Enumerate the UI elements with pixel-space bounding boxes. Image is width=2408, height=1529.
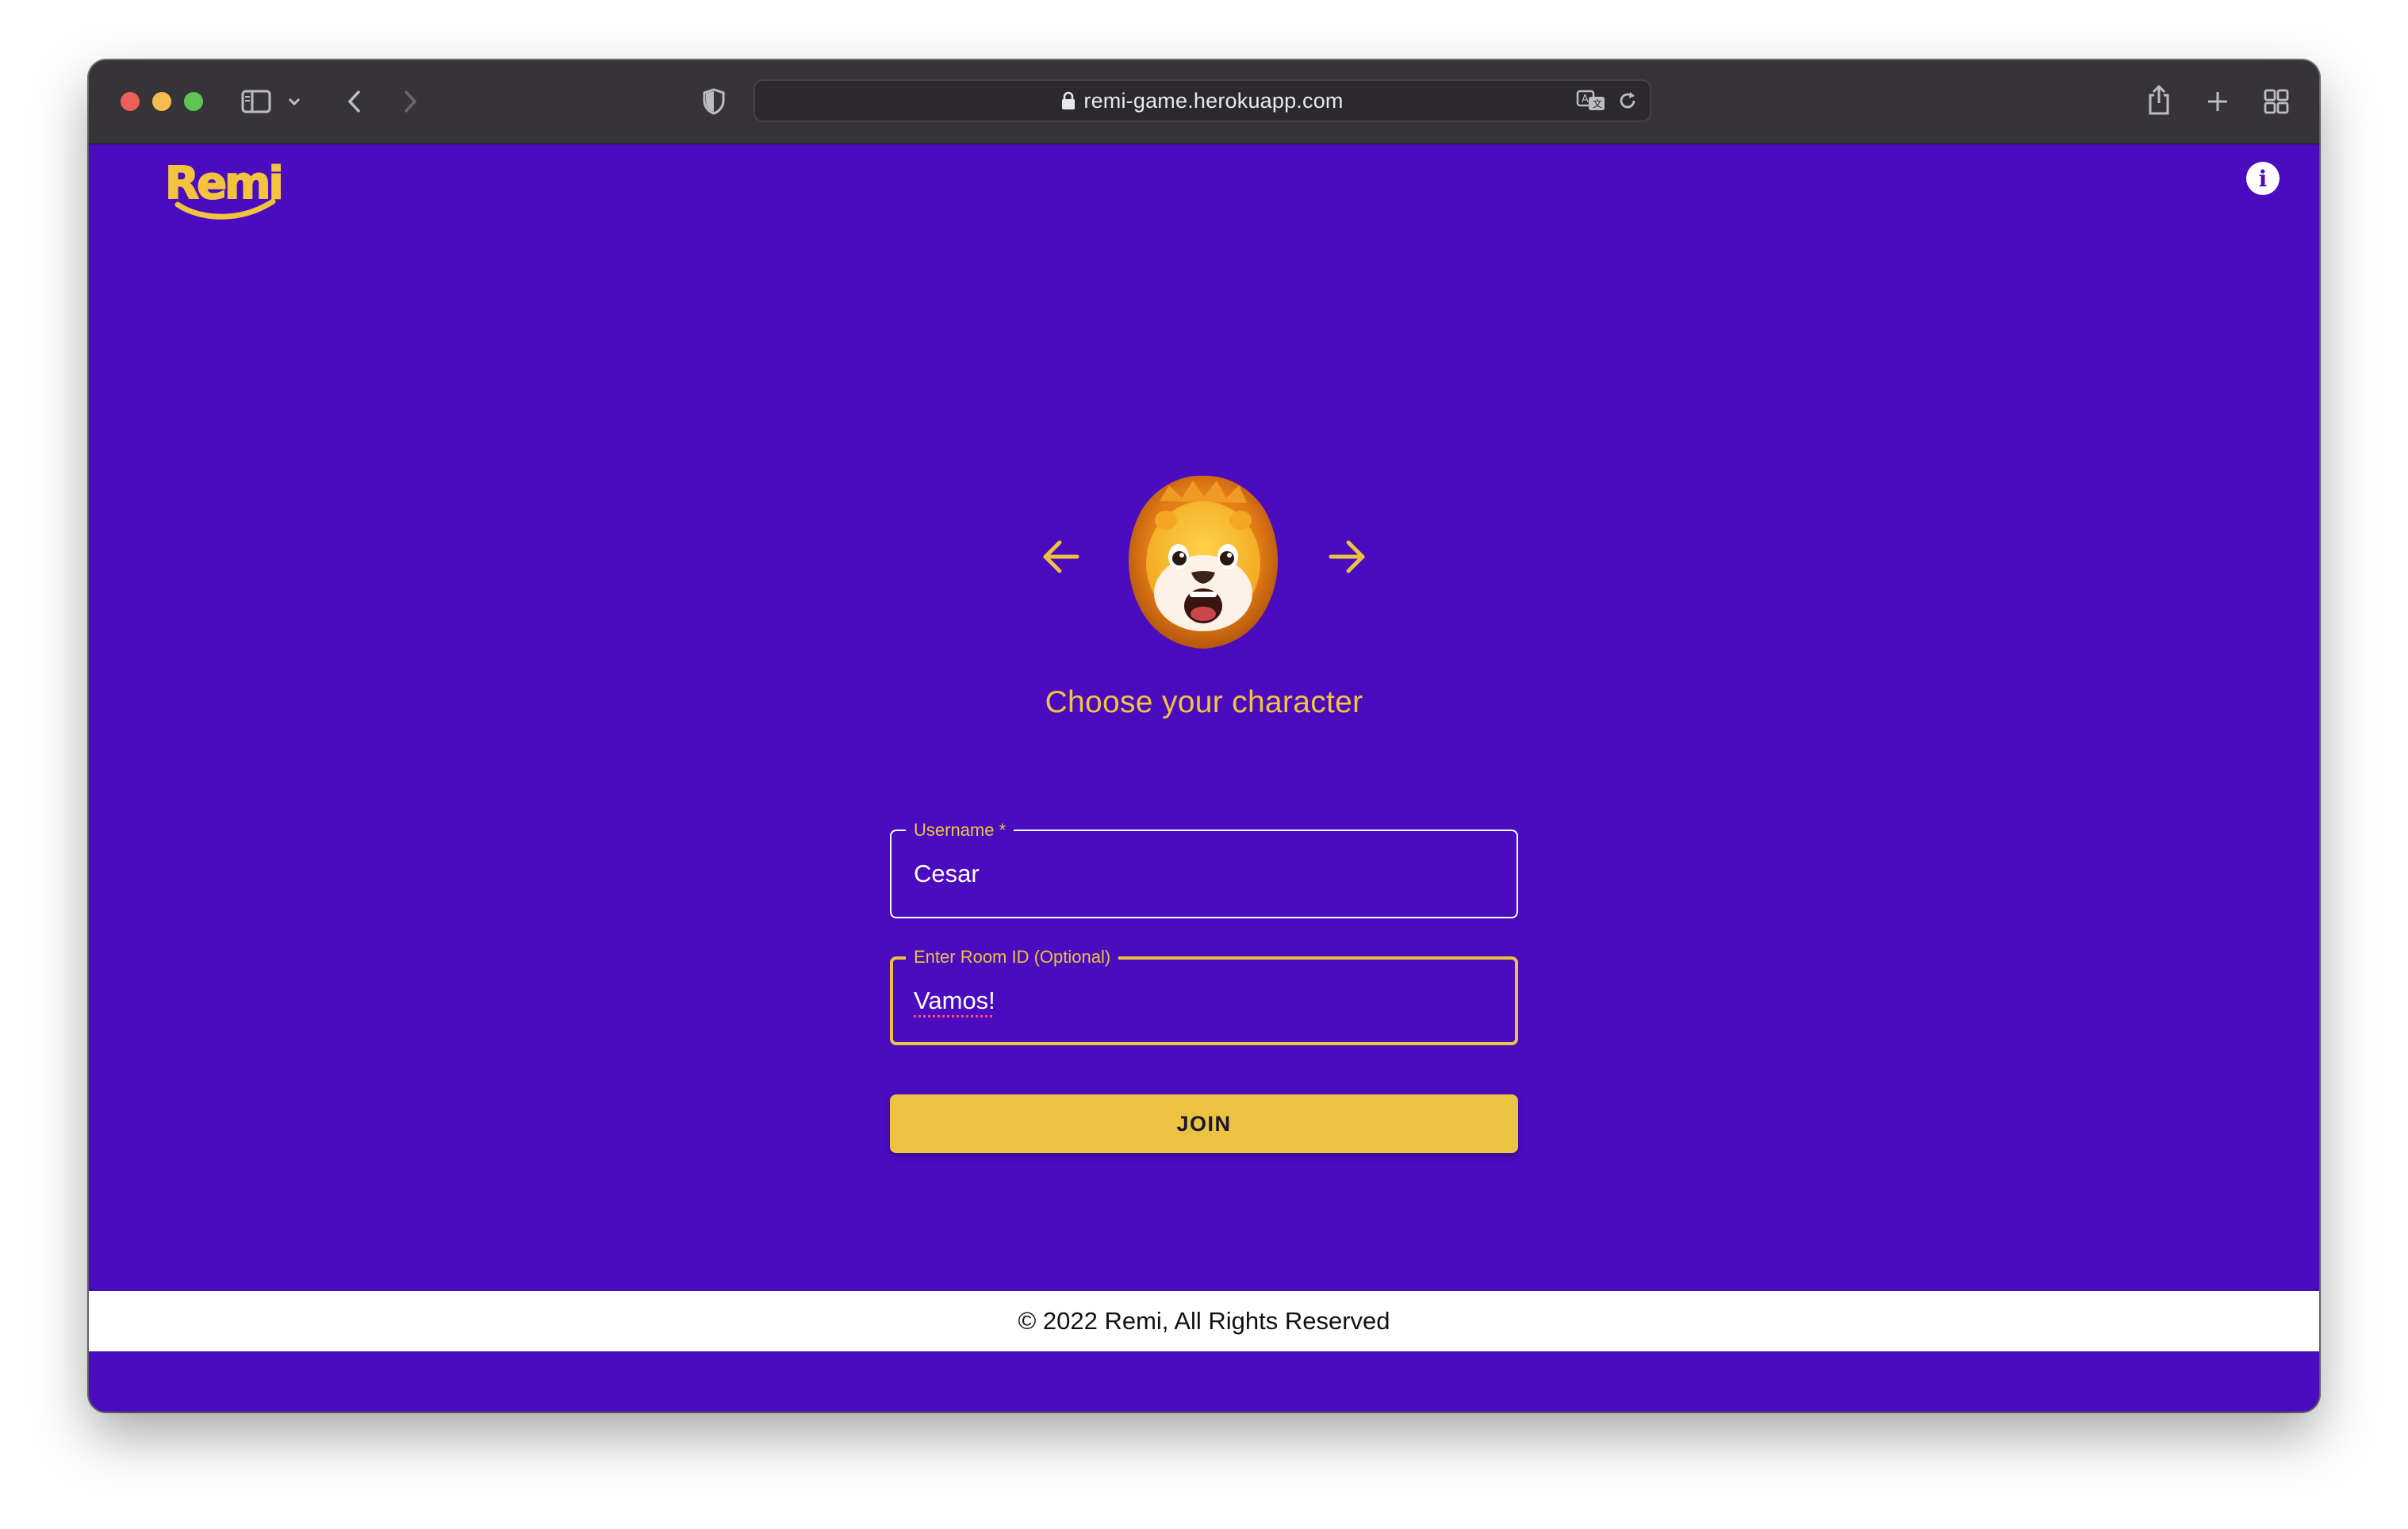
browser-window: remi-game.herokuapp.com A文 Remi i Choose… bbox=[89, 60, 2319, 1412]
arrow-right-icon[interactable] bbox=[1323, 533, 1371, 581]
info-icon-glyph: i bbox=[2258, 165, 2268, 192]
zoom-window-button[interactable] bbox=[184, 92, 203, 111]
svg-text:A: A bbox=[1582, 94, 1589, 105]
privacy-shield-icon[interactable] bbox=[700, 86, 728, 117]
tab-overview-icon[interactable] bbox=[2260, 86, 2292, 117]
chevron-down-icon[interactable] bbox=[286, 92, 303, 111]
lock-icon bbox=[1061, 91, 1076, 110]
arrow-left-icon[interactable] bbox=[1037, 533, 1085, 581]
svg-text:文: 文 bbox=[1593, 98, 1602, 109]
room-id-field[interactable]: Enter Room ID (Optional) Vamos! bbox=[890, 947, 1518, 1045]
username-input[interactable]: Cesar bbox=[914, 831, 980, 917]
svg-text:Remi: Remi bbox=[165, 158, 281, 209]
remi-logo[interactable]: Remi bbox=[162, 152, 281, 225]
info-icon[interactable]: i bbox=[2246, 162, 2280, 195]
forward-icon[interactable] bbox=[398, 86, 422, 117]
choose-character-heading: Choose your character bbox=[1045, 685, 1363, 719]
copyright-text: © 2022 Remi, All Rights Reserved bbox=[1018, 1307, 1390, 1335]
share-icon[interactable] bbox=[2143, 81, 2175, 119]
sidebar-toggle-icon[interactable] bbox=[240, 86, 273, 117]
reload-icon[interactable] bbox=[1615, 89, 1640, 113]
url-text: remi-game.herokuapp.com bbox=[1083, 88, 1344, 113]
back-icon[interactable] bbox=[343, 86, 366, 117]
room-id-input[interactable]: Vamos! bbox=[914, 960, 995, 1042]
address-bar[interactable]: remi-game.herokuapp.com A文 bbox=[753, 79, 1651, 122]
footer: © 2022 Remi, All Rights Reserved bbox=[89, 1291, 2319, 1351]
close-window-button[interactable] bbox=[121, 92, 140, 111]
new-tab-icon[interactable] bbox=[2202, 86, 2234, 117]
room-id-value: Vamos! bbox=[914, 987, 995, 1014]
translate-icon[interactable]: A文 bbox=[1575, 89, 1607, 113]
minimize-window-button[interactable] bbox=[152, 92, 171, 111]
join-button[interactable]: JOIN bbox=[890, 1094, 1518, 1153]
browser-toolbar: remi-game.herokuapp.com A文 bbox=[89, 60, 2319, 145]
page-content: Remi i Choose your character Username * … bbox=[89, 144, 2319, 1351]
lion-avatar-icon bbox=[1128, 475, 1279, 649]
username-field[interactable]: Username * Cesar bbox=[890, 820, 1518, 918]
